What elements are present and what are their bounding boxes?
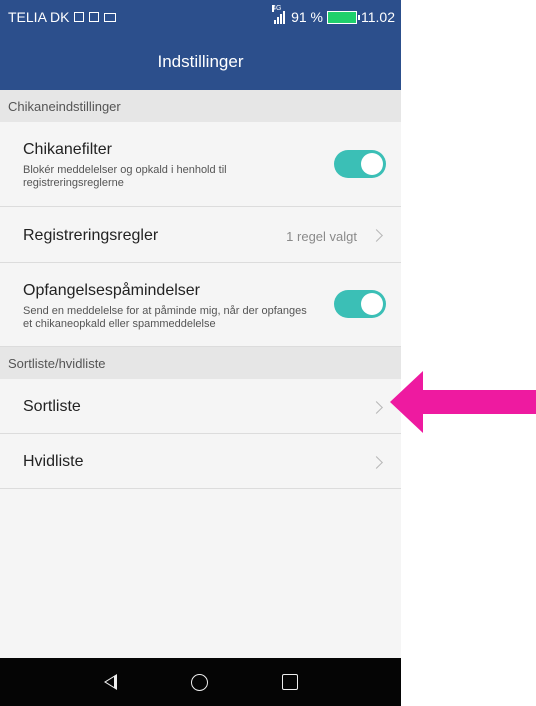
- sim-icon: [74, 12, 85, 22]
- blacklist-row[interactable]: Sortliste: [0, 379, 401, 434]
- status-right: 4G 91 % 11.02: [272, 4, 395, 25]
- whitelist-row[interactable]: Hvidliste: [0, 434, 401, 489]
- blacklist-title: Sortliste: [23, 398, 81, 415]
- harassment-filter-title: Chikanefilter: [23, 141, 112, 158]
- registration-rules-row[interactable]: Registreringsregler 1 regel valgt: [0, 207, 401, 263]
- signal-icon: 4G: [272, 4, 286, 24]
- image-notification-icon: [89, 12, 100, 22]
- chevron-right-icon: [370, 456, 383, 469]
- section-label: Chikaneindstillinger: [8, 98, 121, 114]
- toggle-knob: [361, 153, 383, 175]
- chevron-right-icon: [370, 229, 383, 242]
- interception-notifications-description: Send en meddelelse for at påminde mig, n…: [23, 305, 307, 330]
- registration-rules-title: Registreringsregler: [23, 227, 159, 244]
- interception-notifications-row[interactable]: Opfangelsespåmindelser Send en meddelels…: [0, 263, 401, 347]
- status-bar: TELIA DK 4G 91 % 11.02: [0, 0, 401, 34]
- toggle-knob: [361, 293, 383, 315]
- network-type: 4G: [272, 4, 282, 12]
- clock: 11.02: [361, 9, 395, 25]
- chevron-right-icon: [370, 401, 383, 414]
- navigation-bar: [0, 658, 401, 706]
- back-icon[interactable]: [104, 674, 117, 690]
- harassment-filter-row[interactable]: Chikanefilter Blokér meddelelser og opka…: [0, 122, 401, 207]
- section-header-lists: Sortliste/hvidliste: [0, 347, 401, 379]
- message-notification-icon: [104, 12, 117, 22]
- battery-icon: [327, 10, 360, 24]
- recent-apps-icon[interactable]: [282, 674, 298, 690]
- harassment-filter-description: Blokér meddelelser og opkald i henhold t…: [23, 164, 227, 189]
- carrier-name: TELIA DK: [8, 9, 70, 25]
- section-label: Sortliste/hvidliste: [8, 355, 106, 371]
- status-left: TELIA DK: [8, 9, 117, 25]
- phone-screen: TELIA DK 4G 91 % 11.02 Indstillinger Chi…: [0, 0, 401, 706]
- whitelist-title: Hvidliste: [23, 453, 84, 470]
- interception-notifications-title: Opfangelsespåmindelser: [23, 282, 200, 299]
- interception-notifications-toggle[interactable]: [334, 290, 386, 318]
- harassment-filter-toggle[interactable]: [334, 150, 386, 178]
- app-bar: Indstillinger: [0, 34, 401, 90]
- home-icon[interactable]: [191, 674, 208, 691]
- registration-rules-value: 1 regel valgt: [286, 229, 357, 244]
- page-title: Indstillinger: [157, 52, 244, 71]
- section-header-harassment: Chikaneindstillinger: [0, 90, 401, 122]
- left-arrow-icon: [390, 371, 536, 433]
- battery-percent: 91 %: [291, 9, 323, 25]
